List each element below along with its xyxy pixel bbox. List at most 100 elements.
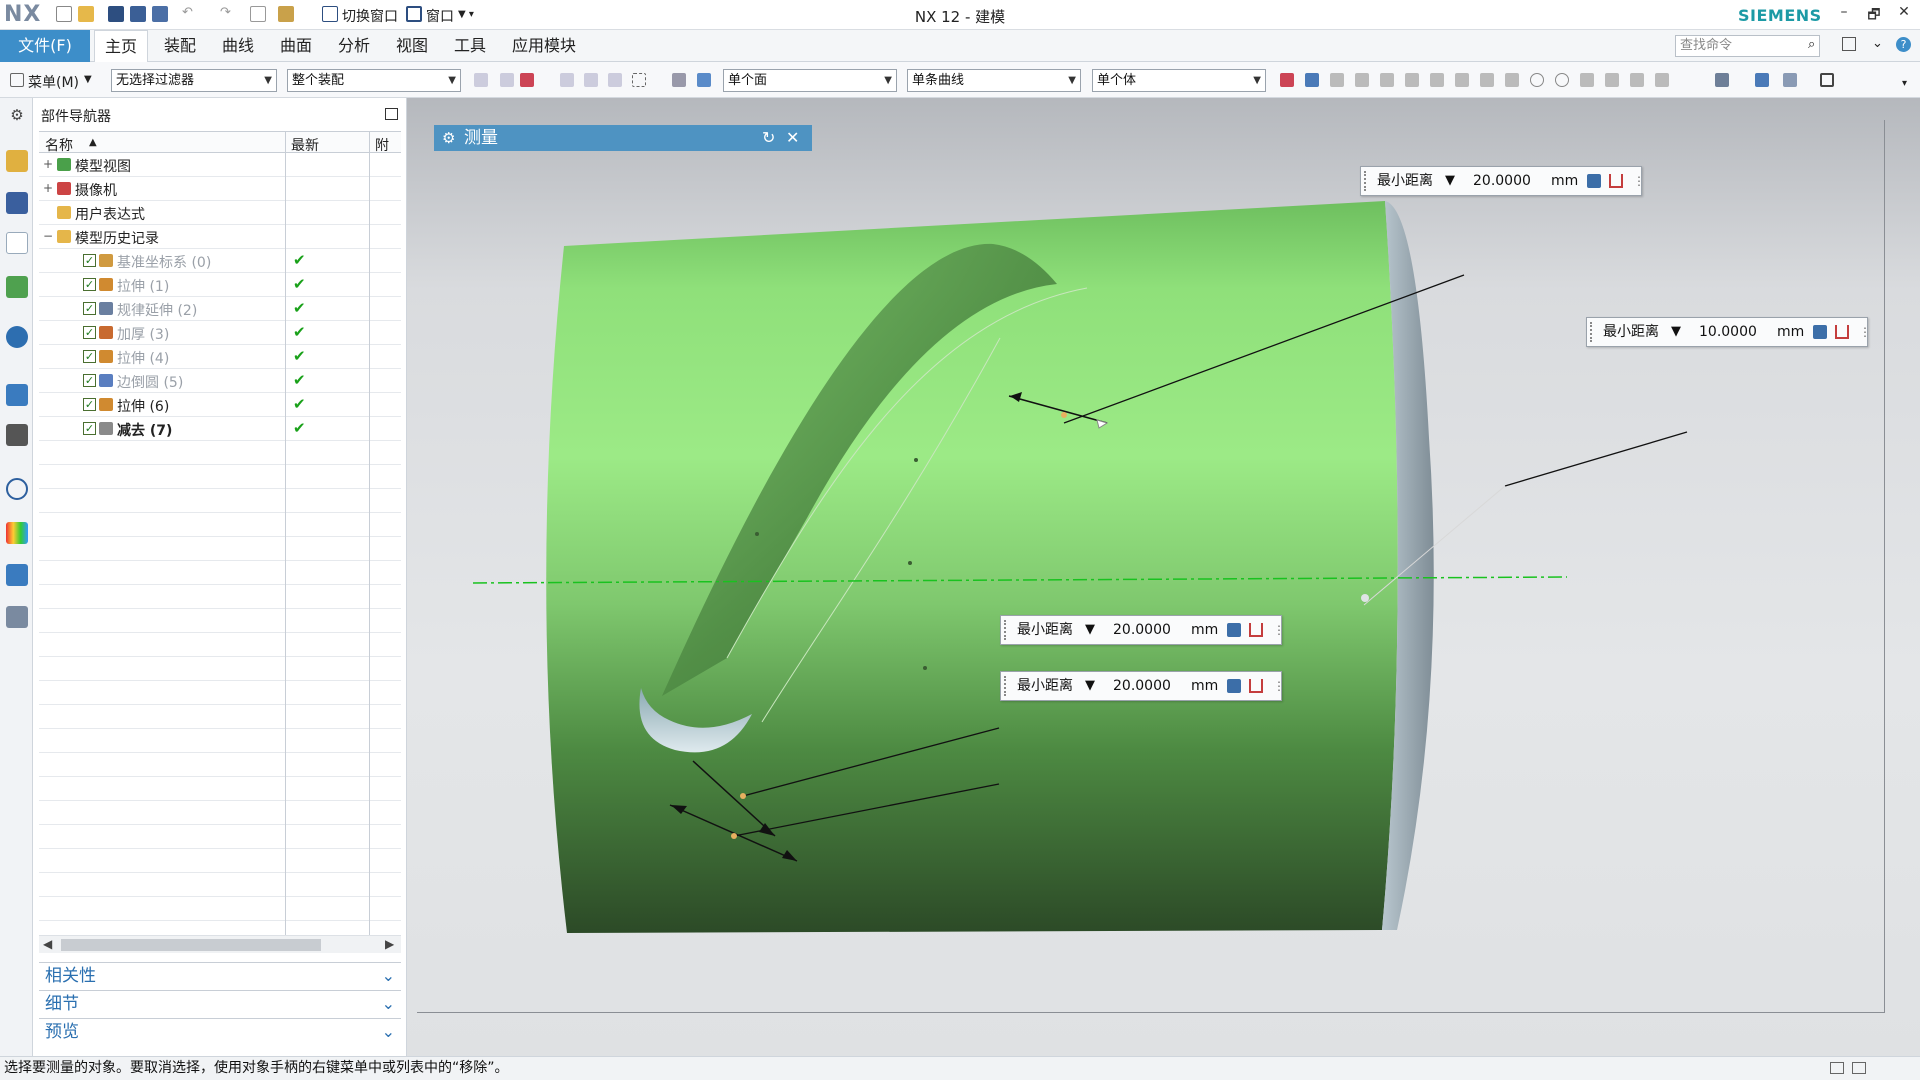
view-orient-icon[interactable] xyxy=(1715,73,1729,87)
collapse-icon[interactable]: − xyxy=(43,229,53,243)
view-frame-icon[interactable] xyxy=(1820,73,1834,87)
tree-node-label[interactable]: 边倒圆 (5) xyxy=(117,372,183,392)
tree-row[interactable]: ✓ 基准坐标系 (0) ✔ xyxy=(39,249,401,273)
web-browser-icon[interactable] xyxy=(6,384,28,406)
tree-row[interactable]: ✓ 规律延伸 (2) ✔ xyxy=(39,297,401,321)
tree-node-label[interactable]: 加厚 (3) xyxy=(117,324,169,344)
face-rule-select[interactable]: 单个面 ▼ xyxy=(723,69,897,92)
select-body-icon[interactable] xyxy=(584,73,598,87)
menu-dropdown-icon[interactable]: ▼ xyxy=(84,74,92,85)
tab-analysis[interactable]: 分析 xyxy=(328,30,380,62)
command-search-input[interactable]: 查找命令 xyxy=(1675,35,1820,57)
tree-row[interactable]: ✓ 减去 (7) ✔ xyxy=(39,417,401,441)
layer-icon[interactable] xyxy=(1783,73,1797,87)
tab-home[interactable]: 主页 xyxy=(94,30,149,63)
window-menu-button[interactable]: 窗口 xyxy=(426,6,454,26)
measure-type-dropdown-icon[interactable]: ▼ xyxy=(1085,616,1095,644)
point-on-face-icon[interactable] xyxy=(1555,73,1569,87)
save-all-icon[interactable] xyxy=(152,6,168,22)
tree-node-label[interactable]: 减去 (7) xyxy=(117,420,172,440)
panel-dependencies[interactable]: 相关性 ⌄ xyxy=(39,962,401,988)
gear-icon[interactable]: ⚙ xyxy=(442,125,455,151)
column-latest-header[interactable]: 最新 xyxy=(291,135,319,155)
drag-handle-icon[interactable] xyxy=(1004,620,1008,640)
measure-value[interactable]: 20.0000 xyxy=(1113,672,1171,700)
column-extra-header[interactable]: 附 xyxy=(375,135,389,155)
file-menu-tab[interactable]: 文件(F) xyxy=(0,30,90,62)
ribbon-options-icon[interactable] xyxy=(1842,37,1856,51)
arrow-snap-icon[interactable] xyxy=(1305,73,1319,87)
render-style-icon[interactable] xyxy=(1755,73,1769,87)
body-rule-select[interactable]: 单个体 ▼ xyxy=(1092,69,1266,92)
scroll-thumb[interactable] xyxy=(61,939,321,951)
settings-icon[interactable]: ⚙ xyxy=(6,104,28,126)
measurement-box[interactable]: 最小距离 ▼ 10.0000 mm ⋮ xyxy=(1586,317,1871,347)
quadrant-icon[interactable] xyxy=(1480,73,1494,87)
tree-node-label[interactable]: 用户表达式 xyxy=(75,204,145,224)
point-on-curve-icon[interactable] xyxy=(1530,73,1544,87)
solid-select-icon[interactable] xyxy=(697,73,711,87)
tab-applications[interactable]: 应用模块 xyxy=(502,30,586,62)
measure-value[interactable]: 20.0000 xyxy=(1113,616,1171,644)
measure-type[interactable]: 最小距离 xyxy=(1377,167,1433,195)
feature-checkbox[interactable]: ✓ xyxy=(83,398,96,411)
tree-node-label[interactable]: 基准坐标系 (0) xyxy=(117,252,211,272)
tree-row[interactable]: ✓ 拉伸 (6) ✔ xyxy=(39,393,401,417)
tree-node-label[interactable]: 拉伸 (6) xyxy=(117,396,169,416)
calculator-icon[interactable] xyxy=(1227,679,1241,693)
feature-checkbox[interactable]: ✓ xyxy=(83,326,96,339)
measurement-box[interactable]: 最小距离 ▼ 20.0000 mm ⋮ xyxy=(1000,671,1285,701)
paste-icon[interactable] xyxy=(278,6,294,22)
select-icon[interactable] xyxy=(500,73,514,87)
arc-center-icon[interactable] xyxy=(1430,73,1444,87)
more-options-icon[interactable]: ⋮ xyxy=(1273,616,1285,644)
tree-row[interactable]: 用户表达式 xyxy=(39,201,401,225)
system-materials-icon[interactable] xyxy=(6,522,28,544)
panel-preview[interactable]: 预览 ⌄ xyxy=(39,1018,401,1044)
expand-icon[interactable]: + xyxy=(43,181,53,195)
palette-icon[interactable] xyxy=(6,424,28,446)
scroll-right-icon[interactable]: ▶ xyxy=(385,937,394,951)
select-feature-icon[interactable] xyxy=(560,73,574,87)
drag-handle-icon[interactable] xyxy=(1364,171,1368,191)
measure-type[interactable]: 最小距离 xyxy=(1017,672,1073,700)
intersection-icon[interactable] xyxy=(1405,73,1419,87)
redo-icon[interactable]: ↷ xyxy=(220,6,236,22)
hd3d-tools-icon[interactable] xyxy=(6,326,28,348)
new-file-icon[interactable] xyxy=(56,6,72,22)
measure-type[interactable]: 最小距离 xyxy=(1603,318,1659,346)
tab-surface[interactable]: 曲面 xyxy=(270,30,322,62)
select-all-icon[interactable] xyxy=(520,73,534,87)
calculator-icon[interactable] xyxy=(1227,623,1241,637)
snap-body-icon[interactable] xyxy=(1655,73,1669,87)
end-point-icon[interactable] xyxy=(1330,73,1344,87)
measure-value[interactable]: 20.0000 xyxy=(1473,167,1531,195)
horizontal-scrollbar[interactable]: ◀ ▶ xyxy=(39,935,401,953)
mid-point-icon[interactable] xyxy=(1355,73,1369,87)
measurement-box[interactable]: 最小距离 ▼ 20.0000 mm ⋮ xyxy=(1000,615,1285,645)
toolbar-overflow-icon[interactable]: ▾ xyxy=(1902,78,1907,89)
tree-row[interactable]: + 摄像机 xyxy=(39,177,401,201)
snap-point-icon[interactable] xyxy=(1280,73,1294,87)
feature-checkbox[interactable]: ✓ xyxy=(83,422,96,435)
tree-row[interactable]: ✓ 加厚 (3) ✔ xyxy=(39,321,401,345)
tab-curve[interactable]: 曲线 xyxy=(212,30,264,62)
tree-row[interactable]: ✓ 拉伸 (4) ✔ xyxy=(39,345,401,369)
control-point-icon[interactable] xyxy=(1380,73,1394,87)
measure-option-icon[interactable] xyxy=(1609,174,1623,188)
scope-filter-select[interactable]: 整个装配 ▼ xyxy=(287,69,461,92)
tree-row[interactable]: ✓ 边倒圆 (5) ✔ xyxy=(39,369,401,393)
measure-dialog-bar[interactable]: ⚙ 测量 ↻ ✕ xyxy=(434,125,812,151)
tree-row[interactable]: ✓ 拉伸 (1) ✔ xyxy=(39,273,401,297)
feature-checkbox[interactable]: ✓ xyxy=(83,350,96,363)
close-icon[interactable]: ✕ xyxy=(786,125,799,151)
sort-ascending-icon[interactable]: ▲ xyxy=(89,137,97,148)
column-name-header[interactable]: 名称 xyxy=(45,135,73,155)
measure-type-dropdown-icon[interactable]: ▼ xyxy=(1085,672,1095,700)
object-select-icon[interactable] xyxy=(672,73,686,87)
scroll-left-icon[interactable]: ◀ xyxy=(43,937,52,951)
constraint-navigator-icon[interactable] xyxy=(6,192,28,214)
graphics-window[interactable]: ⚙ 测量 ↻ ✕ 最小距离 ▼ 20.0000 mm ⋮ 最小距离 ▼ 10.0… xyxy=(407,98,1920,1056)
model-canvas[interactable] xyxy=(407,98,1920,1056)
more-options-icon[interactable]: ⋮ xyxy=(1859,318,1871,346)
